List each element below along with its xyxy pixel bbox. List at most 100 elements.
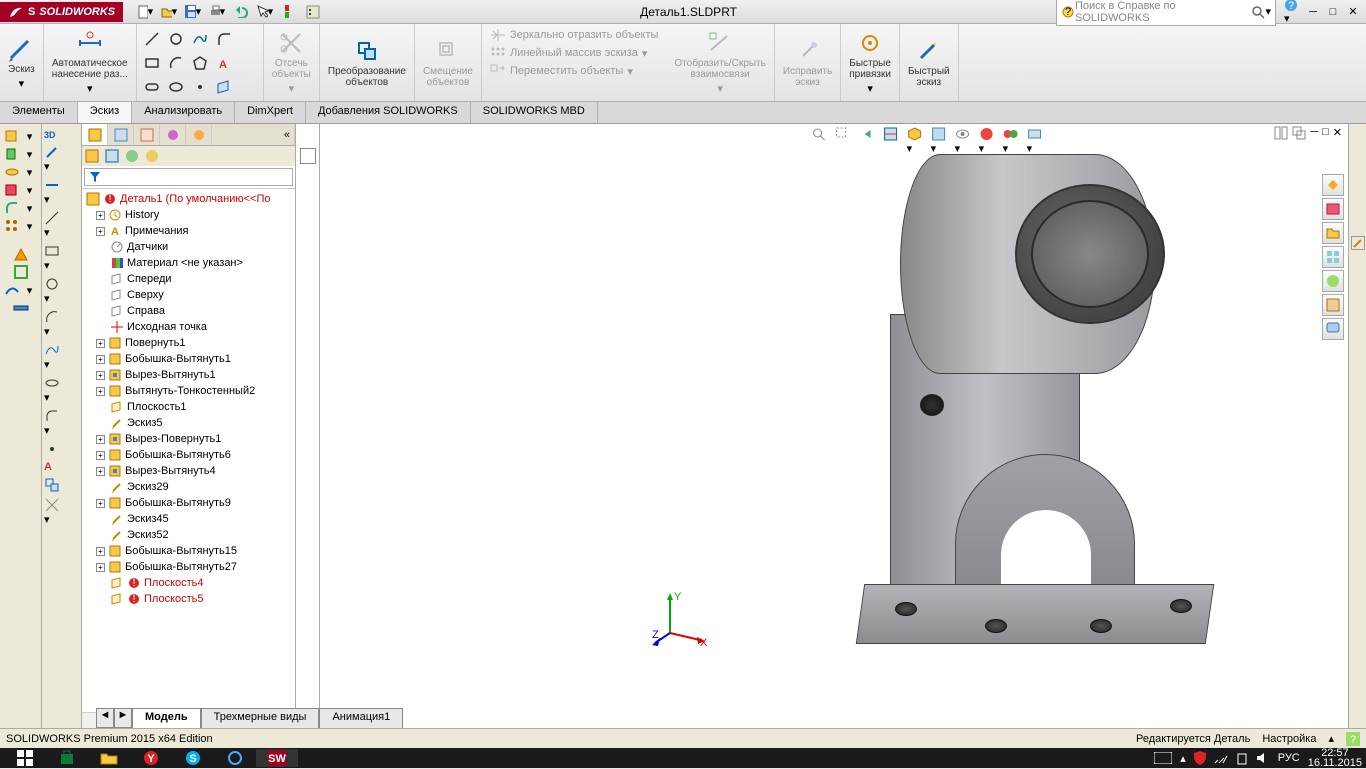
- app-icon[interactable]: [214, 749, 256, 767]
- save-icon[interactable]: ▾: [185, 4, 201, 20]
- tab-addins[interactable]: Добавления SOLIDWORKS: [306, 102, 471, 123]
- tab-scroll-left[interactable]: ◄: [96, 708, 114, 728]
- tree-item[interactable]: +Бобышка-Вытянуть6: [82, 447, 295, 463]
- tree-tab-property[interactable]: [108, 124, 134, 145]
- new-icon[interactable]: ▾: [137, 4, 153, 20]
- tree-item[interactable]: Спереди: [82, 271, 295, 287]
- tree-icon-3[interactable]: [124, 148, 140, 164]
- clock[interactable]: 22:5716.11.2015: [1308, 748, 1362, 768]
- dim-icon[interactable]: ▾: [44, 177, 79, 206]
- shell-icon[interactable]: [13, 264, 29, 280]
- convert-entities-button[interactable]: Преобразование объектов: [320, 24, 415, 101]
- revolve-icon[interactable]: [4, 164, 20, 180]
- bottom-tab-3dviews[interactable]: Трехмерные виды: [201, 708, 320, 728]
- line-tool[interactable]: [141, 28, 163, 50]
- tree-filter[interactable]: [82, 166, 295, 189]
- curve-icon[interactable]: [4, 282, 20, 298]
- tree-tab-config[interactable]: [134, 124, 160, 145]
- volume-icon[interactable]: [1256, 752, 1270, 764]
- tab-elements[interactable]: Элементы: [0, 102, 78, 123]
- keyboard-icon[interactable]: [1154, 752, 1172, 764]
- store-icon[interactable]: [46, 749, 88, 767]
- doc-close-button[interactable]: ✕: [1333, 126, 1342, 140]
- extrude-icon[interactable]: [4, 146, 20, 162]
- forum-tab[interactable]: [1322, 318, 1344, 340]
- display-style-icon[interactable]: ▾: [931, 126, 949, 144]
- sketch-button[interactable]: Эскиз▾: [0, 24, 44, 101]
- custom-props-tab[interactable]: [1322, 294, 1344, 316]
- tree-item[interactable]: +Бобышка-Вытянуть9: [82, 495, 295, 511]
- undo-icon[interactable]: [233, 4, 249, 20]
- tree-root[interactable]: ! Деталь1 (По умолчанию<<По: [82, 191, 295, 207]
- auto-dimension-button[interactable]: Автоматическое нанесение раз...▾: [44, 24, 137, 101]
- tree-item[interactable]: Эскиз29: [82, 479, 295, 495]
- line2-icon[interactable]: ▾: [44, 210, 79, 239]
- design-library-tab[interactable]: [1322, 198, 1344, 220]
- tree-icon-1[interactable]: [84, 148, 100, 164]
- help-icon[interactable]: ?▾: [1284, 0, 1298, 25]
- view3d-icon[interactable]: 3D: [44, 130, 79, 140]
- status-custom[interactable]: Настройка: [1262, 733, 1316, 745]
- rib-icon[interactable]: [13, 246, 29, 262]
- doc-max-button[interactable]: □: [1322, 126, 1329, 140]
- text2-icon[interactable]: A: [44, 461, 79, 473]
- zoom-fit-icon[interactable]: [811, 126, 829, 144]
- status-help-icon[interactable]: ?: [1346, 732, 1360, 746]
- explorer-icon[interactable]: [88, 749, 130, 767]
- spline-tool[interactable]: [189, 28, 211, 50]
- view-settings-icon[interactable]: ▾: [1027, 126, 1045, 144]
- fillet2-icon[interactable]: ▾: [44, 408, 79, 437]
- scene-icon[interactable]: ▾: [1003, 126, 1021, 144]
- open-icon[interactable]: ▾: [161, 4, 177, 20]
- polygon-tool[interactable]: [189, 52, 211, 74]
- file-explorer-tab[interactable]: [1322, 222, 1344, 244]
- display-toggle[interactable]: [300, 148, 316, 164]
- view-orientation-icon[interactable]: ▾: [907, 126, 925, 144]
- arc-tool[interactable]: [165, 52, 187, 74]
- text-tool[interactable]: A: [213, 52, 235, 74]
- tree-item[interactable]: +Вырез-Повернуть1: [82, 431, 295, 447]
- plane-tool[interactable]: [213, 76, 235, 98]
- select-icon[interactable]: ▾: [257, 4, 273, 20]
- shield-icon[interactable]: [1194, 751, 1206, 765]
- resources-tab[interactable]: [1322, 174, 1344, 196]
- tree-item[interactable]: Справа: [82, 303, 295, 319]
- sketch2-icon[interactable]: ▾: [44, 144, 79, 173]
- appearance-icon[interactable]: ▾: [979, 126, 997, 144]
- tray-chevron-icon[interactable]: ▴: [1180, 752, 1186, 765]
- circle2-icon[interactable]: ▾: [44, 276, 79, 305]
- rapid-sketch-button[interactable]: Быстрый эскиз: [900, 24, 959, 101]
- doc-min-button[interactable]: ─: [1310, 126, 1318, 140]
- tree-item[interactable]: +AПримечания: [82, 223, 295, 239]
- tree-item[interactable]: +Вырез-Вытянуть4: [82, 463, 295, 479]
- hide-show-icon[interactable]: ▾: [955, 126, 973, 144]
- tree-item[interactable]: +Бобышка-Вытянуть15: [82, 543, 295, 559]
- tree-item[interactable]: !Плоскость5: [82, 591, 295, 607]
- fillet3d-icon[interactable]: [4, 200, 20, 216]
- tree-item[interactable]: Датчики: [82, 239, 295, 255]
- tree-item[interactable]: Сверху: [82, 287, 295, 303]
- search-icon[interactable]: [1251, 5, 1265, 19]
- cut-icon[interactable]: [4, 182, 20, 198]
- options-icon[interactable]: [305, 4, 321, 20]
- help-search[interactable]: ? Поиск в Справке по SOLIDWORKS ▾: [1056, 0, 1276, 26]
- tree-item[interactable]: Эскиз5: [82, 415, 295, 431]
- spline2-icon[interactable]: ▾: [44, 342, 79, 371]
- print-icon[interactable]: ▾: [209, 4, 225, 20]
- tree-icon-4[interactable]: [144, 148, 160, 164]
- tab-scroll-right[interactable]: ►: [114, 708, 132, 728]
- minimize-button[interactable]: ─: [1306, 5, 1320, 19]
- bottom-tab-animation[interactable]: Анимация1: [319, 708, 403, 728]
- doc-cascade-icon[interactable]: [1292, 126, 1306, 140]
- tree-item[interactable]: +Повернуть1: [82, 335, 295, 351]
- tree-tab-dimxpert[interactable]: [160, 124, 186, 145]
- appearances-tab[interactable]: [1322, 270, 1344, 292]
- viewport[interactable]: ▾ ▾ ▾ ▾ ▾ ▾ ─ □ ✕: [320, 124, 1348, 728]
- fillet-tool[interactable]: [213, 28, 235, 50]
- ellipse-tool[interactable]: [165, 76, 187, 98]
- prev-view-icon[interactable]: [859, 126, 877, 144]
- rectangle-tool[interactable]: [141, 52, 163, 74]
- point2-icon[interactable]: [44, 441, 79, 457]
- tree-item[interactable]: +Бобышка-Вытянуть1: [82, 351, 295, 367]
- tree-item[interactable]: +Вырез-Вытянуть1: [82, 367, 295, 383]
